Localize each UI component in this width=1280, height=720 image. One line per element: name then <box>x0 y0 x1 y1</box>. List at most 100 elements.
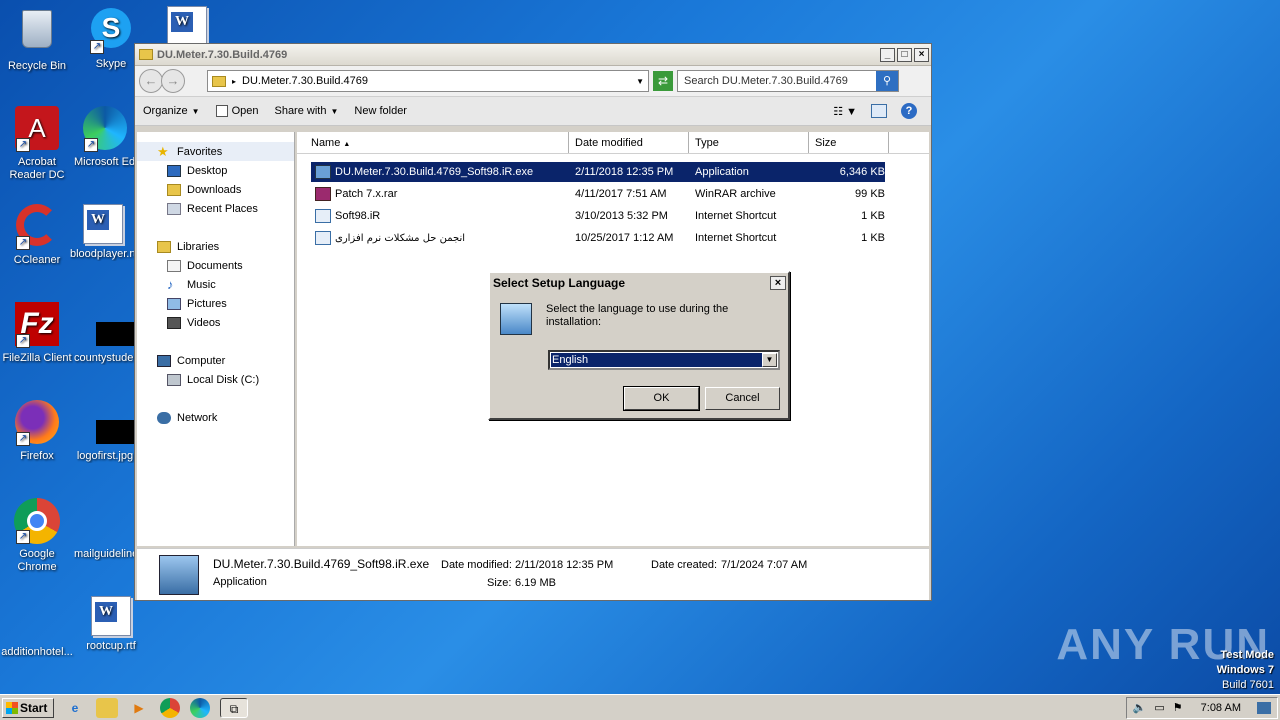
desktop-icon-chrome[interactable]: ↗ Google Chrome <box>0 498 74 574</box>
action-center-flag-icon[interactable]: ⚑ <box>1173 701 1183 714</box>
dialog-titlebar[interactable]: Select Setup Language × <box>490 273 788 293</box>
nav-music[interactable]: ♪ Music <box>137 275 294 294</box>
volume-icon[interactable]: 🔈 <box>1133 701 1147 714</box>
preview-pane-icon[interactable] <box>871 104 887 118</box>
column-header-size[interactable]: Size <box>809 132 889 153</box>
organize-button[interactable]: Organize ▼ <box>143 105 200 117</box>
setup-icon <box>500 303 532 335</box>
language-selected: English <box>551 353 762 367</box>
nav-videos[interactable]: Videos <box>137 313 294 332</box>
file-icon <box>82 498 128 544</box>
details-modified: 2/11/2018 12:35 PM <box>515 559 614 571</box>
refresh-icon[interactable]: ⇄ <box>653 71 673 91</box>
forward-button[interactable]: → <box>161 69 185 93</box>
show-desktop-icon[interactable] <box>1257 701 1271 714</box>
shortcut-arrow-icon: ↗ <box>16 236 30 250</box>
open-button[interactable]: Open <box>215 105 258 117</box>
winrar-archive-icon <box>315 187 331 201</box>
chevron-down-icon[interactable]: ▼ <box>636 77 644 86</box>
view-options-icon[interactable]: ☷ ▼ <box>833 105 857 118</box>
desktop-icon-ccleaner[interactable]: ↗ CCleaner <box>0 204 74 267</box>
nav-libraries[interactable]: Libraries <box>137 237 294 256</box>
nav-recent-places[interactable]: Recent Places <box>137 199 294 218</box>
shortcut-arrow-icon: ↗ <box>16 334 30 348</box>
share-with-button[interactable]: Share with ▼ <box>274 105 338 117</box>
dialog-close-button[interactable]: × <box>770 276 786 290</box>
column-header-name[interactable]: Name ▲ <box>297 132 569 153</box>
cancel-button[interactable]: Cancel <box>705 387 780 410</box>
media-player-icon[interactable]: ▶ <box>128 698 150 718</box>
dialog-message: Select the language to use during the in… <box>546 303 729 328</box>
desktop-icon-filezilla[interactable]: Fz ↗ FileZilla Client <box>0 302 74 365</box>
desktop-icon-acrobat[interactable]: A ↗ Acrobat Reader DC <box>0 106 74 182</box>
chrome-icon[interactable] <box>160 697 180 718</box>
edge-icon: ↗ <box>82 106 128 152</box>
open-icon <box>215 105 228 117</box>
minimize-button[interactable]: _ <box>880 47 895 62</box>
chevron-down-icon[interactable]: ▼ <box>762 353 777 367</box>
search-icon[interactable]: ⚲ <box>876 71 898 91</box>
help-icon[interactable]: ? <box>901 103 917 119</box>
star-icon: ★ <box>157 143 169 159</box>
file-row[interactable]: Soft98.iR 3/10/2013 5:32 PM Internet Sho… <box>311 206 885 226</box>
desktop-icon-countystudent[interactable]: countystudent <box>74 302 136 365</box>
test-mode-notice: Test Mode Windows 7 Build 7601 <box>1216 649 1274 691</box>
recent-places-icon <box>167 202 181 215</box>
network-icon <box>157 411 171 424</box>
file-row[interactable]: Patch 7.x.rar 4/11/2017 7:51 AM WinRAR a… <box>311 184 885 204</box>
file-row[interactable]: DU.Meter.7.30.Build.4769_Soft98.iR.exe 2… <box>311 162 885 182</box>
nav-documents[interactable]: Documents <box>137 256 294 275</box>
navigation-pane: ★ Favorites Desktop Downloads Recent Plac… <box>137 132 295 546</box>
search-input[interactable]: Search DU.Meter.7.30.Build.4769 ⚲ <box>677 70 899 92</box>
ok-button[interactable]: OK <box>623 386 700 411</box>
nav-favorites[interactable]: ★ Favorites <box>137 142 294 161</box>
close-button[interactable]: × <box>914 47 929 62</box>
desktop-icon-logofirst[interactable]: logofirst.jpg <box>74 400 136 463</box>
videos-icon <box>167 316 181 329</box>
start-button[interactable]: Start <box>2 697 54 718</box>
language-select[interactable]: English ▼ <box>548 350 780 370</box>
desktop-icon-bloodplayer[interactable]: W bloodplayer.rtf <box>70 204 136 261</box>
desktop-icon <box>167 164 181 177</box>
details-created-label: Date created: <box>651 559 718 571</box>
desktop-icon-recycle-bin[interactable]: Recycle Bin <box>0 6 74 73</box>
file-thumbnail-icon <box>82 302 136 348</box>
desktop-icon-additionhotel[interactable]: additionhotel... <box>0 596 74 659</box>
desktop-icon-word-doc[interactable]: W <box>150 6 224 48</box>
nav-pictures[interactable]: Pictures <box>137 294 294 313</box>
desktop-icon-edge[interactable]: ↗ Microsoft Edge <box>74 106 136 169</box>
new-folder-button[interactable]: New folder <box>354 105 407 117</box>
internet-shortcut-icon <box>315 231 331 245</box>
search-placeholder: Search DU.Meter.7.30.Build.4769 <box>684 75 848 87</box>
column-headers: Name ▲ Date modified Type Size <box>297 132 929 154</box>
word-document-icon: W <box>167 6 207 44</box>
file-row[interactable]: انجمن حل مشکلات نرم افزاری 10/25/2017 1:… <box>311 228 885 248</box>
system-tray: 🔈 ▭ ⚑ 7:08 AM <box>1125 696 1278 719</box>
nav-network[interactable]: Network <box>137 408 294 427</box>
maximize-button[interactable]: □ <box>897 47 912 62</box>
desktop-icon-firefox[interactable]: ↗ Firefox <box>0 400 74 463</box>
window-titlebar[interactable]: DU.Meter.7.30.Build.4769 _ □ × <box>135 44 931 66</box>
desktop-icon-rootcup[interactable]: W rootcup.rtf <box>74 596 148 653</box>
recycle-bin-icon <box>14 10 60 56</box>
file-explorer-icon[interactable] <box>96 697 118 718</box>
edge-icon[interactable] <box>190 697 210 718</box>
column-header-date[interactable]: Date modified <box>569 132 689 153</box>
details-filename: DU.Meter.7.30.Build.4769_Soft98.iR.exe <box>213 557 430 571</box>
desktop-icon-mailguidelines[interactable]: mailguidelines <box>74 498 136 561</box>
address-bar[interactable]: ▸ DU.Meter.7.30.Build.4769 ▼ <box>207 70 649 92</box>
setup-taskbar-icon[interactable]: ⧉ <box>220 697 248 718</box>
libraries-icon <box>157 240 171 253</box>
column-header-type[interactable]: Type <box>689 132 809 153</box>
internet-explorer-icon[interactable]: e <box>64 698 86 718</box>
nav-desktop[interactable]: Desktop <box>137 161 294 180</box>
nav-downloads[interactable]: Downloads <box>137 180 294 199</box>
back-button[interactable]: ← <box>139 69 163 93</box>
network-tray-icon[interactable]: ▭ <box>1154 701 1164 714</box>
filezilla-icon: Fz ↗ <box>14 302 60 348</box>
nav-computer[interactable]: Computer <box>137 351 294 370</box>
file-icon <box>14 596 60 642</box>
word-document-icon: W <box>91 596 131 636</box>
nav-local-disk[interactable]: Local Disk (C:) <box>137 370 294 389</box>
clock[interactable]: 7:08 AM <box>1201 702 1241 714</box>
